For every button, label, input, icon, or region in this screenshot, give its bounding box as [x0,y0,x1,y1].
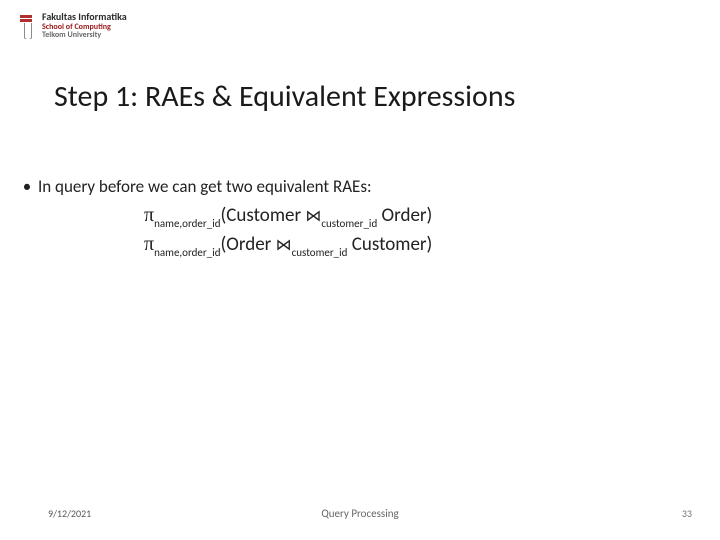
logo-mark-icon [16,13,36,39]
institution-logo: Fakultas Informatika School of Computing… [16,12,127,39]
slide-title: Step 1: RAEs & Equivalent Expressions [54,78,515,115]
expr-rest: Customer) [347,233,432,256]
join-subscript: customer_id [321,217,377,230]
slide: Fakultas Informatika School of Computing… [0,0,720,540]
pi-symbol: π [144,233,154,255]
bullet-item: • In query before we can get two equival… [22,176,680,198]
expression-2: πname,order_id(Order ⋈customer_id Custom… [144,231,680,260]
logo-text: Fakultas Informatika School of Computing… [42,12,127,39]
slide-body: • In query before we can get two equival… [22,176,680,259]
join-symbol: ⋈ [305,207,321,226]
join-symbol: ⋈ [276,236,292,255]
expression-1: πname,order_id(Customer ⋈customer_id Ord… [144,202,680,231]
bullet-text: In query before we can get two equivalen… [38,176,372,198]
expr-open: (Customer [221,204,306,227]
join-subscript: customer_id [292,246,348,259]
pi-symbol: π [144,204,154,226]
footer-center: Query Processing [0,507,720,520]
logo-line-3: Telkom University [42,31,127,39]
footer-page-number: 33 [682,507,692,520]
expression-block: πname,order_id(Customer ⋈customer_id Ord… [144,202,680,259]
expr-rest: Order) [377,204,432,227]
pi-subscript: name,order_id [154,246,220,259]
bullet-dot-icon: • [22,176,32,198]
expr-open: (Order [221,233,276,256]
logo-line-1: Fakultas Informatika [42,12,127,23]
pi-subscript: name,order_id [154,217,220,230]
